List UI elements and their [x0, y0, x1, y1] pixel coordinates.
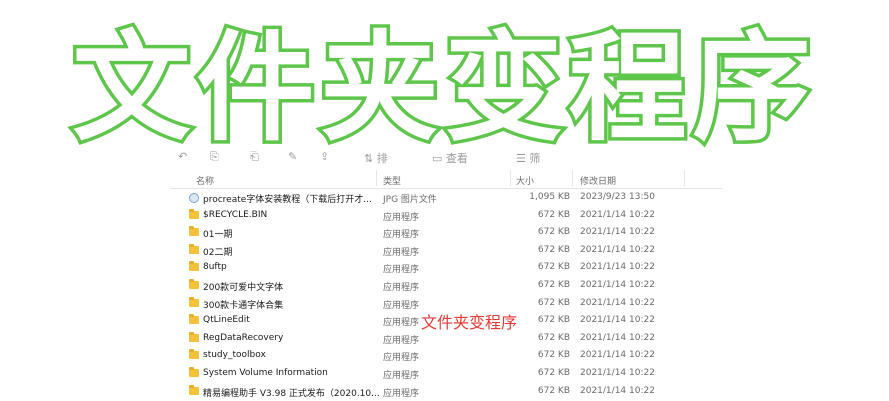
table-row[interactable]: 精易编程助手 V3.98 正式发布（2020.10... 应用程序 672 KB 20… [170, 384, 722, 401]
file-date: 2021/1/14 10:22 [580, 315, 655, 326]
folder-icon [189, 384, 199, 395]
file-date: 2021/1/14 10:22 [580, 368, 655, 378]
folder-icon [189, 261, 199, 272]
folder-icon [189, 349, 199, 360]
file-list: 名称 类型 大小 修改日期 procreate字体安装教程（下载后打开才... J… [170, 166, 722, 400]
file-name: QtLineEdit [203, 315, 250, 326]
image-file-icon [189, 193, 199, 203]
file-type: 应用程序 [383, 247, 420, 258]
file-size: 672 KB [537, 368, 570, 378]
folder-icon [189, 314, 199, 325]
file-type: 应用程序 [383, 230, 420, 241]
file-type: 应用程序 [383, 300, 420, 311]
header-date[interactable]: 修改日期 [580, 174, 616, 187]
file-type: 应用程序 [383, 353, 420, 364]
file-type: JPG 图片文件 [383, 195, 437, 205]
folder-icon [189, 331, 199, 342]
banner-title: 文件夹变程序 [69, 16, 817, 161]
file-type: 应用程序 [383, 318, 420, 329]
file-date: 2021/1/14 10:22 [580, 262, 655, 273]
file-name: 01一期 [203, 230, 233, 241]
file-date: 2021/1/14 10:22 [580, 297, 655, 308]
table-row[interactable]: System Volume Information 应用程序 672 KB 2021/… [170, 366, 722, 384]
file-size: 672 KB [537, 280, 570, 290]
column-headers: 名称 类型 大小 修改日期 [170, 166, 722, 189]
file-type: 应用程序 [383, 283, 420, 293]
file-name: 8uftp [203, 262, 227, 273]
file-date: 2021/1/14 10:22 [580, 350, 655, 361]
file-size: 672 KB [537, 315, 570, 326]
file-name: study_toolbox [203, 350, 266, 361]
table-row[interactable]: procreate字体安装教程（下载后打开才... JPG 图片文件 1,095 K… [170, 190, 722, 208]
file-name: procreate字体安装教程（下载后打开才... [203, 195, 372, 205]
table-row[interactable]: RegDataRecovery 应用程序 672 KB 2021/1/14 10:22 [170, 331, 722, 349]
file-date: 2021/1/14 10:22 [580, 209, 655, 220]
folder-icon [189, 296, 199, 307]
file-name: 200款可爱中文字体 [203, 283, 284, 293]
file-date: 2021/1/14 10:22 [580, 227, 655, 238]
watermark-text: 文件夹变程序 [421, 313, 518, 332]
file-name: 300款卡通字体合集 [203, 300, 284, 311]
file-size: 672 KB [537, 297, 570, 308]
file-name: $RECYCLE.BIN [203, 209, 268, 220]
file-date: 2023/9/23 13:50 [580, 192, 655, 202]
header-name[interactable]: 名称 [196, 174, 214, 187]
file-name: RegDataRecovery [203, 332, 284, 343]
file-size: 672 KB [537, 385, 570, 396]
file-date: 2021/1/14 10:22 [580, 385, 655, 396]
file-size: 672 KB [537, 350, 570, 361]
folder-icon [189, 279, 199, 289]
file-date: 2021/1/14 10:22 [580, 280, 655, 290]
table-row[interactable]: $RECYCLE.BIN 应用程序 672 KB 2021/1/14 10:22 [170, 208, 722, 226]
folder-icon [189, 367, 199, 377]
file-type: 应用程序 [383, 212, 420, 223]
header-size[interactable]: 大小 [516, 174, 534, 187]
file-name: 02二期 [203, 247, 233, 258]
table-row[interactable]: 8uftp 应用程序 672 KB 2021/1/14 10:22 [170, 260, 722, 278]
file-type: 应用程序 [383, 265, 420, 276]
file-name: System Volume Information [203, 368, 328, 378]
file-size: 1,095 KB [529, 192, 570, 202]
file-type: 应用程序 [383, 388, 420, 399]
file-size: 672 KB [537, 209, 570, 220]
table-row[interactable]: 02二期 应用程序 672 KB 2021/1/14 10:22 [170, 243, 722, 261]
file-date: 2021/1/14 10:22 [580, 332, 655, 343]
table-row[interactable]: 200款可爱中文字体 应用程序 672 KB 2021/1/14 10:22 [170, 278, 722, 296]
header-type[interactable]: 类型 [383, 174, 401, 187]
file-size: 672 KB [537, 262, 570, 273]
file-size: 672 KB [537, 244, 570, 255]
table-row[interactable]: 01一期 应用程序 672 KB 2021/1/14 10:22 [170, 225, 722, 243]
table-row[interactable]: study_toolbox 应用程序 672 KB 2021/1/14 10:22 [170, 348, 722, 366]
folder-icon [189, 226, 199, 237]
file-date: 2021/1/14 10:22 [580, 244, 655, 255]
file-size: 672 KB [537, 227, 570, 238]
file-name: 精易编程助手 V3.98 正式发布（2020.10... [203, 388, 380, 399]
file-type: 应用程序 [383, 335, 420, 346]
folder-icon [189, 208, 199, 219]
file-size: 672 KB [537, 332, 570, 343]
folder-icon [189, 243, 199, 254]
file-type: 应用程序 [383, 371, 420, 381]
